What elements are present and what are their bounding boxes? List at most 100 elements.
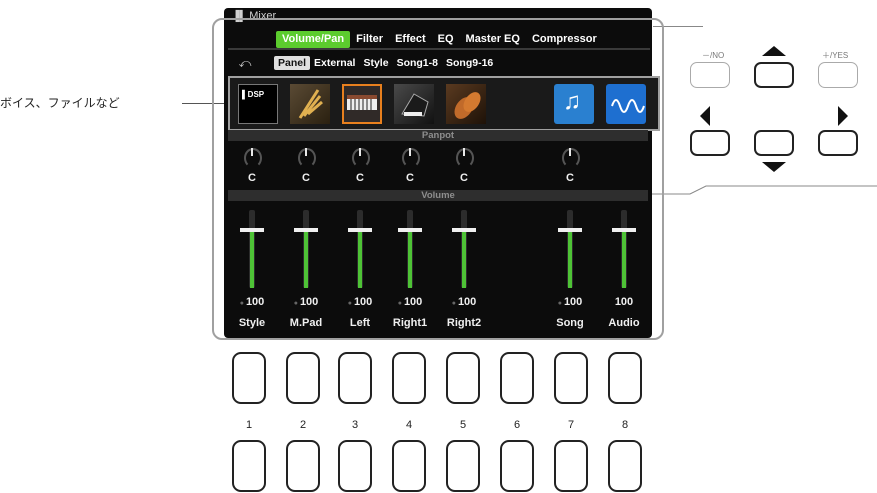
channel-name-song: Song — [556, 317, 584, 329]
tab-compressor[interactable]: Compressor — [526, 31, 603, 48]
indicator-dot: ● — [451, 300, 456, 307]
pan-knob-right2[interactable] — [454, 146, 474, 168]
volume-value-text: 100 — [245, 296, 265, 308]
lower-button-3[interactable] — [338, 440, 372, 492]
mixer-icon: ▐▌ — [232, 11, 247, 22]
subtab-panel[interactable]: Panel — [274, 56, 311, 70]
pan-value: C — [406, 172, 414, 184]
indicator-dot: ● — [557, 300, 562, 307]
upper-button-6[interactable] — [500, 352, 534, 404]
lower-button-8[interactable] — [608, 440, 642, 492]
lower-button-2[interactable] — [286, 440, 320, 492]
sub-tab-bar: ⤺ Panel External Style Song1-8 Song9-16 — [234, 55, 497, 71]
volume-fader-right2[interactable] — [452, 210, 476, 290]
pan-knob-mpad[interactable] — [296, 146, 316, 168]
channel-name-style: Style — [238, 317, 266, 329]
volume-value-text: 100 — [457, 296, 477, 308]
tab-divider — [228, 48, 650, 50]
down-button[interactable] — [754, 130, 794, 156]
left-arrow-icon — [700, 106, 710, 126]
lower-button-4[interactable] — [392, 440, 426, 492]
upper-button-2[interactable] — [286, 352, 320, 404]
button-number-1: 1 — [245, 419, 253, 431]
lower-button-6[interactable] — [500, 440, 534, 492]
volume-fader-style[interactable] — [240, 210, 264, 290]
upper-button-7[interactable] — [554, 352, 588, 404]
subtab-song9-16[interactable]: Song9-16 — [442, 56, 497, 70]
indicator-dot: ● — [397, 300, 402, 307]
tab-eq[interactable]: EQ — [432, 31, 460, 48]
tab-volume-pan[interactable]: Volume/Pan — [276, 30, 351, 48]
volume-value-text: 100 — [563, 296, 583, 308]
volume-fader-audio[interactable] — [612, 210, 636, 290]
pan-value: C — [302, 172, 310, 184]
pan-knob-left[interactable] — [350, 146, 370, 168]
main-tab-bar: Volume/Pan Filter Effect EQ Master EQ Co… — [276, 30, 603, 48]
callout-label: ボイス、ファイルなど — [0, 96, 120, 110]
strings-icon[interactable] — [446, 84, 486, 124]
volume-value-mpad: ● 100 — [284, 296, 328, 308]
right-button[interactable] — [818, 130, 858, 156]
lower-button-1[interactable] — [232, 440, 266, 492]
indicator-dot: ● — [347, 300, 352, 307]
lower-button-5[interactable] — [446, 440, 480, 492]
volume-value-text: 100 — [299, 296, 319, 308]
app-title-text: Mixer — [249, 10, 277, 22]
left-button[interactable] — [690, 130, 730, 156]
dsp-icon[interactable]: ▌DSP — [238, 84, 278, 124]
subtab-song1-8[interactable]: Song1-8 — [393, 56, 442, 70]
keyboard-icon[interactable] — [342, 84, 382, 124]
song-note-icon[interactable]: ♫ — [554, 84, 594, 124]
saxophone-icon[interactable] — [290, 84, 330, 124]
channel-name-right1: Right1 — [392, 317, 428, 329]
button-number-3: 3 — [351, 419, 359, 431]
channel-name-right2: Right2 — [446, 317, 482, 329]
upper-button-8[interactable] — [608, 352, 642, 404]
volume-value-text: 100 — [353, 296, 373, 308]
indicator-dot: ● — [293, 300, 298, 307]
volume-value-song: ● 100 — [548, 296, 592, 308]
yes-label: ＋/YES — [822, 51, 849, 60]
upper-button-3[interactable] — [338, 352, 372, 404]
volume-value-audio: 100 — [614, 296, 634, 308]
back-icon[interactable]: ⤺ — [234, 56, 256, 70]
subtab-external[interactable]: External — [310, 56, 359, 70]
volume-fader-right1[interactable] — [398, 210, 422, 290]
upper-button-4[interactable] — [392, 352, 426, 404]
button-number-4: 4 — [405, 419, 413, 431]
panpot-header: Panpot — [228, 130, 648, 141]
volume-fader-mpad[interactable] — [294, 210, 318, 290]
up-button[interactable] — [754, 62, 794, 88]
subtab-style[interactable]: Style — [359, 56, 392, 70]
button-number-8: 8 — [621, 419, 629, 431]
pan-knob-style[interactable] — [242, 146, 262, 168]
pan-knob-right1[interactable] — [400, 146, 420, 168]
tab-master-eq[interactable]: Master EQ — [460, 31, 526, 48]
part-icon-row: ▌DSP ♫ — [228, 76, 660, 131]
upper-button-1[interactable] — [232, 352, 266, 404]
button-number-6: 6 — [513, 419, 521, 431]
right-arrow-icon — [838, 106, 848, 126]
pan-knob-song[interactable] — [560, 146, 580, 168]
button-number-5: 5 — [459, 419, 467, 431]
up-arrow-icon — [762, 46, 786, 56]
down-arrow-icon — [762, 162, 786, 172]
button-number-7: 7 — [567, 419, 575, 431]
yes-button[interactable] — [818, 62, 858, 88]
audio-wave-icon[interactable] — [606, 84, 646, 124]
volume-value-right1: ● 100 — [388, 296, 432, 308]
callout-right-line — [653, 26, 703, 27]
piano-icon[interactable] — [394, 84, 434, 124]
volume-fader-song[interactable] — [558, 210, 582, 290]
tab-filter[interactable]: Filter — [350, 31, 389, 48]
volume-fader-left[interactable] — [348, 210, 372, 290]
volume-value-left: ● 100 — [338, 296, 382, 308]
indicator-dot: ● — [239, 300, 244, 307]
volume-value-style: ● 100 — [230, 296, 274, 308]
no-button[interactable] — [690, 62, 730, 88]
upper-button-5[interactable] — [446, 352, 480, 404]
tab-effect[interactable]: Effect — [389, 31, 432, 48]
pan-value: C — [566, 172, 574, 184]
channel-name-mpad: M.Pad — [289, 317, 323, 329]
lower-button-7[interactable] — [554, 440, 588, 492]
